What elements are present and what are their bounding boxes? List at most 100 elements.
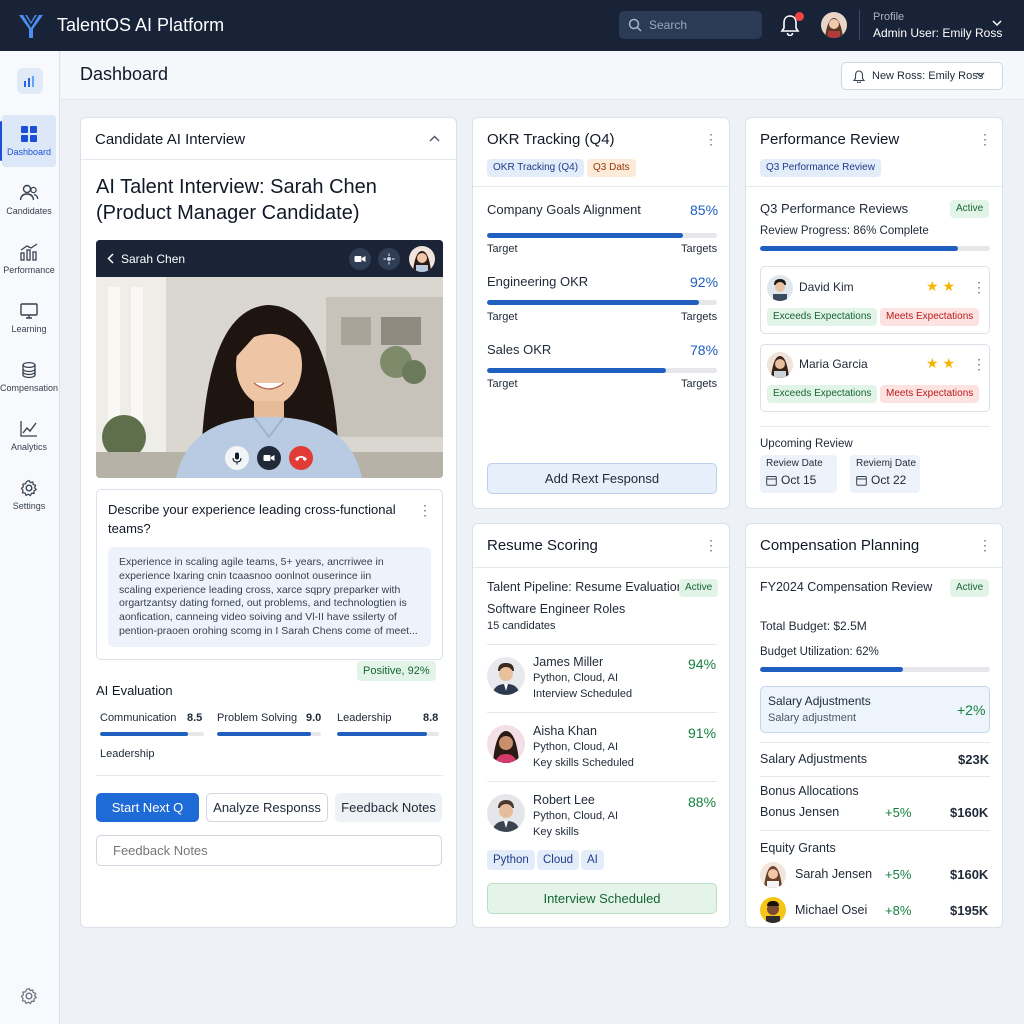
back-arrow-icon[interactable] xyxy=(107,253,114,264)
chevron-down-icon[interactable] xyxy=(992,20,1002,27)
status-badge: Active xyxy=(679,579,719,597)
divider xyxy=(96,775,443,776)
skill-tag[interactable]: AI xyxy=(581,850,604,870)
video-participant-name: Sarah Chen xyxy=(121,252,186,266)
avatar xyxy=(487,657,525,695)
interview-scheduled-button[interactable]: Interview Scheduled xyxy=(487,883,717,914)
chevron-up-icon[interactable] xyxy=(429,135,440,142)
more-options-icon[interactable]: ⋮ xyxy=(978,132,992,146)
search-placeholder: Search xyxy=(649,18,688,32)
okr-card: OKR Tracking (Q4) ⋮ OKR Tracking (Q4) Q3… xyxy=(472,117,730,509)
analyze-response-button[interactable]: Analyze Responss xyxy=(206,793,328,822)
rating-stars: ★ ★ xyxy=(926,278,955,294)
feedback-notes-button[interactable]: Feedback Notes xyxy=(335,793,442,822)
metric-score: 8.5 xyxy=(187,712,203,724)
chart-icon xyxy=(20,243,38,261)
card-title: Performance Review xyxy=(760,131,900,148)
more-options-icon[interactable]: ⋮ xyxy=(972,357,986,371)
review-item[interactable]: Maria Garcia ★ ★ ⋮ Exceeds Expectations … xyxy=(760,344,990,412)
equity-value: $160K xyxy=(950,867,989,882)
candidate-status: Interview Scheduled xyxy=(533,688,633,700)
add-response-button[interactable]: Add Rext Fesponsd xyxy=(487,463,717,494)
bonus-percent: +5% xyxy=(885,805,912,820)
avatar xyxy=(767,275,793,301)
notification-dropdown[interactable]: New Ross: Emily Ross xyxy=(841,62,1003,90)
metric-label: Communication xyxy=(100,712,177,724)
review-progress-label: Review Progress: 86% Complete xyxy=(760,225,929,237)
users-icon xyxy=(19,184,39,201)
sidebar-item-settings[interactable]: Settings xyxy=(2,469,56,521)
divider xyxy=(81,159,456,160)
metric-bar xyxy=(100,732,204,736)
review-chip: Q3 Performance Review xyxy=(760,159,881,177)
salary-adjustments-label: Salary Adjustments xyxy=(760,752,867,766)
divider xyxy=(473,186,729,187)
transcript-line: scaling experience leading cross, xarce … xyxy=(119,583,401,596)
candidate-name[interactable]: James Miller xyxy=(533,655,603,669)
bell-icon xyxy=(853,69,865,83)
okr-chip: OKR Tracking (Q4) xyxy=(487,159,585,177)
user-avatar[interactable] xyxy=(821,12,847,38)
salary-adjustment-highlight[interactable]: Salary Adjustments Salary adjustment +2% xyxy=(760,686,990,733)
metric-score: 9.0 xyxy=(306,712,322,724)
sidebar-item-compensation[interactable]: Compensation xyxy=(0,351,59,403)
okr-progress-bar xyxy=(487,233,717,238)
share-icon[interactable] xyxy=(378,248,400,270)
line-chart-icon xyxy=(20,421,37,437)
topbar-divider xyxy=(859,10,860,40)
review-item[interactable]: David Kim ★ ★ ⋮ Exceeds Expectations Mee… xyxy=(760,266,990,334)
question-text-line1: Describe your experience leading cross-f… xyxy=(108,502,396,517)
total-budget: Total Budget: $2.5M xyxy=(760,619,867,633)
okr-target-right: Targets xyxy=(681,378,718,390)
search-input[interactable]: Search xyxy=(619,11,762,39)
card-title: Compensation Planning xyxy=(760,537,920,554)
skill-tag[interactable]: Cloud xyxy=(537,850,580,870)
status-badge: Active xyxy=(950,579,990,597)
more-options-icon[interactable]: ⋮ xyxy=(704,538,718,552)
question-panel: Describe your experience leading cross-f… xyxy=(96,489,443,660)
sidebar-item-label: Candidates xyxy=(6,206,52,216)
sidebar-item-candidates[interactable]: Candidates xyxy=(2,174,56,226)
okr-target-right: Targets xyxy=(681,311,718,323)
avatar xyxy=(487,725,525,763)
profile-menu[interactable]: Profile Admin User: Emily Ross xyxy=(873,9,1002,41)
camera-icon[interactable] xyxy=(349,248,371,270)
sidebar-item-learning[interactable]: Learning xyxy=(2,292,56,344)
divider xyxy=(473,567,729,568)
review-date-card[interactable]: Review Date Oct 15 xyxy=(760,455,837,493)
transcript-box: Experience in scaling agile teams, 5+ ye… xyxy=(108,547,431,647)
end-call-icon[interactable] xyxy=(289,446,313,470)
settings-gear-icon[interactable] xyxy=(20,987,38,1005)
more-options-icon[interactable]: ⋮ xyxy=(978,538,992,552)
review-date-card[interactable]: Reviemj Date Oct 22 xyxy=(850,455,920,493)
more-options-icon[interactable]: ⋮ xyxy=(418,503,432,517)
card-title: OKR Tracking (Q4) xyxy=(487,131,615,148)
microphone-icon[interactable] xyxy=(225,446,249,470)
sidebar: Dashboard Candidates Performance Learnin… xyxy=(0,51,60,1024)
salary-adjustments-value: $23K xyxy=(958,752,990,767)
divider xyxy=(760,742,990,743)
more-options-icon[interactable]: ⋮ xyxy=(972,280,986,294)
more-options-icon[interactable]: ⋮ xyxy=(704,132,718,146)
sidebar-item-performance[interactable]: Performance xyxy=(2,233,56,285)
divider xyxy=(746,186,1002,187)
sidebar-item-dashboard[interactable]: Dashboard xyxy=(2,115,56,167)
skill-tag[interactable]: Python xyxy=(487,850,535,870)
candidate-score: 94% xyxy=(688,656,717,672)
sidebar-item-analytics[interactable]: Analytics xyxy=(2,410,56,462)
okr-label: Company Goals Alignment xyxy=(487,202,641,217)
divider xyxy=(746,567,1002,568)
video-toggle-icon[interactable] xyxy=(257,446,281,470)
equity-percent: +8% xyxy=(885,903,912,918)
candidate-name[interactable]: Aisha Khan xyxy=(533,724,597,738)
brand-icon[interactable] xyxy=(17,68,43,94)
candidate-name[interactable]: Robert Lee xyxy=(533,793,595,807)
start-next-question-button[interactable]: Start Next Q xyxy=(96,793,199,822)
sidebar-item-label: Compensation xyxy=(0,383,59,393)
metric-label: Leadership xyxy=(337,712,392,724)
evaluation-title: AI Evaluation xyxy=(96,683,173,698)
candidate-skills: Python, Cloud, AI xyxy=(533,741,618,753)
feedback-notes-input[interactable] xyxy=(96,835,442,866)
okr-percent: 78% xyxy=(690,342,719,358)
sidebar-item-label: Performance xyxy=(3,265,55,275)
